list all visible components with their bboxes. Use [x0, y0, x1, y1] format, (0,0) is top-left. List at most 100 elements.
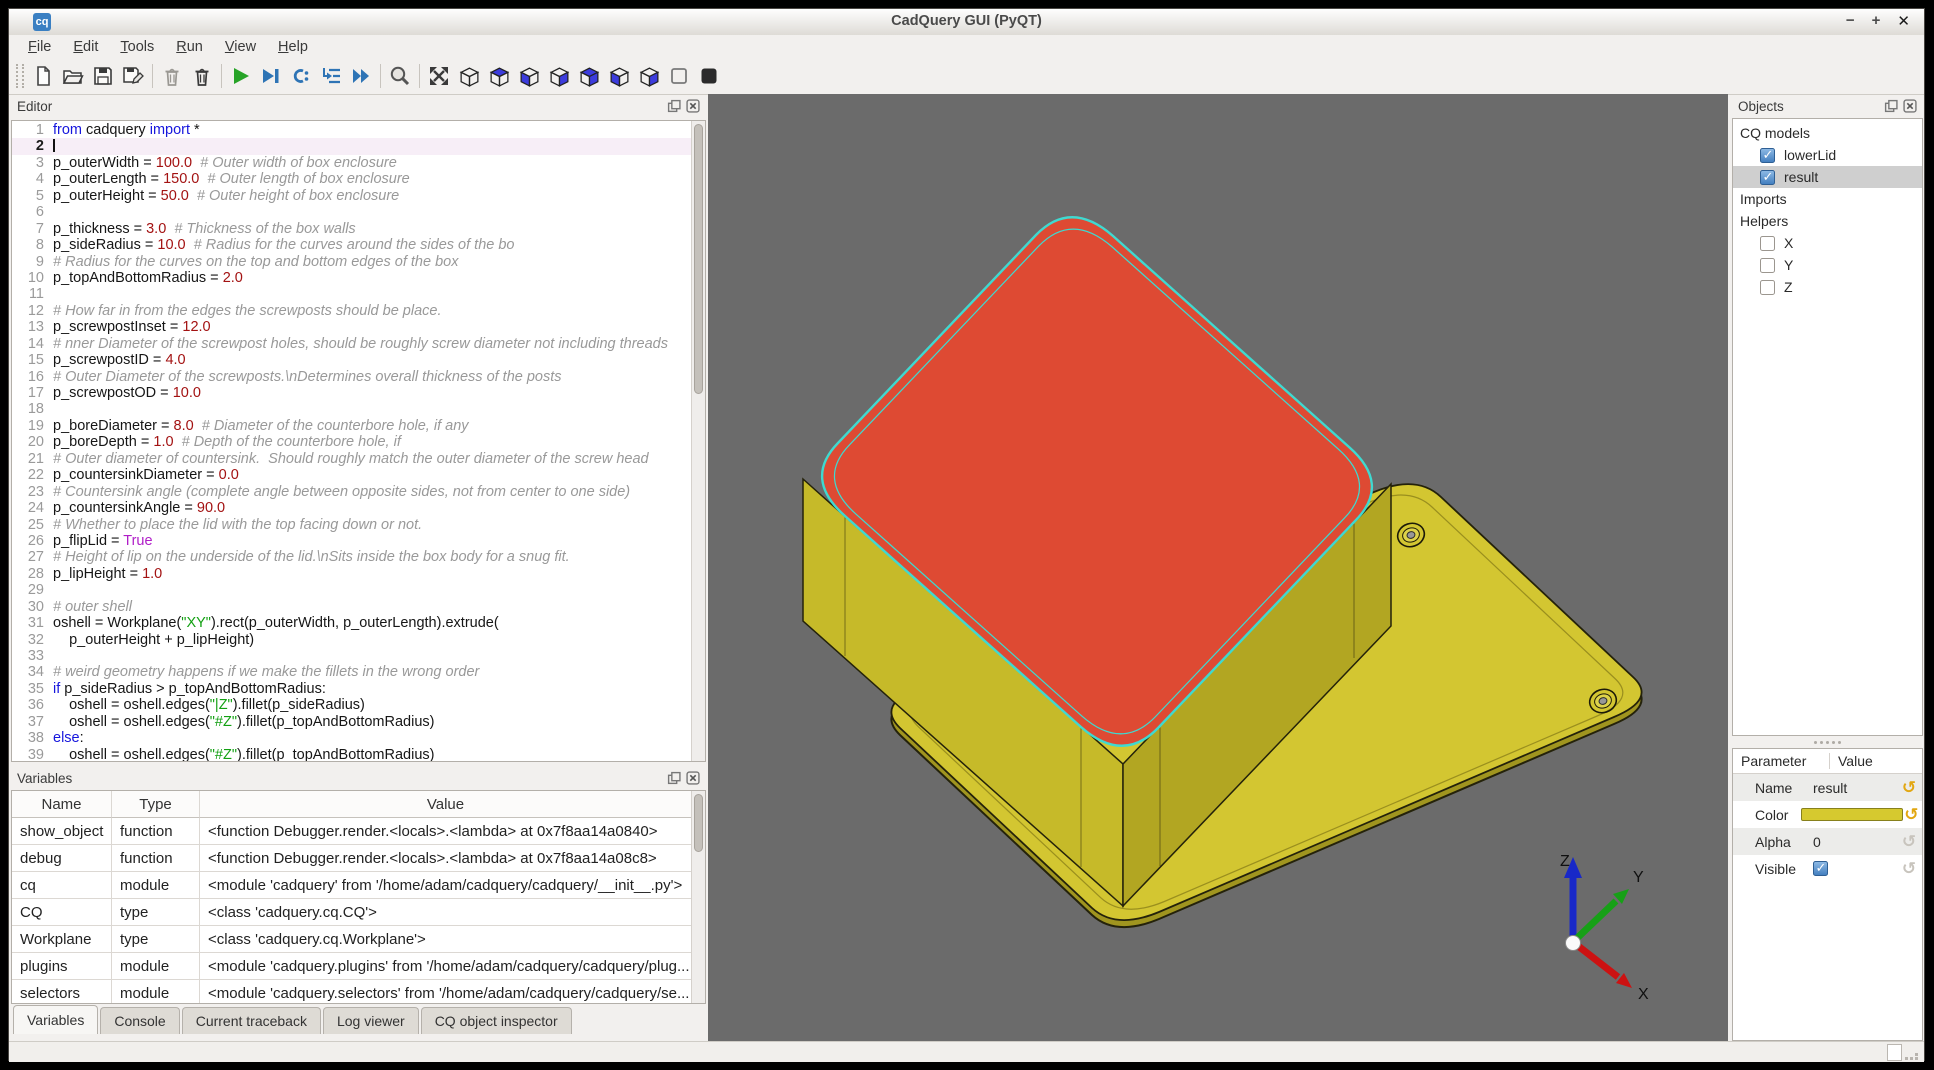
- variables-scrollbar-thumb[interactable]: [694, 794, 703, 852]
- unchecked-checkbox[interactable]: [1760, 236, 1775, 251]
- objects-close-icon[interactable]: [1903, 99, 1917, 113]
- cube-back-button[interactable]: [574, 61, 604, 91]
- variables-table[interactable]: NameTypeValueshow_objectfunction<functio…: [12, 791, 692, 1003]
- resize-grip-icon[interactable]: [1915, 1053, 1918, 1056]
- step-list-button[interactable]: [316, 61, 346, 91]
- code-line[interactable]: 15p_screwpostID = 4.0: [12, 352, 692, 368]
- variable-type[interactable]: type: [112, 899, 200, 926]
- variable-value[interactable]: <module 'cadquery.selectors' from '/home…: [200, 980, 692, 1004]
- fast-forward-button[interactable]: [346, 61, 376, 91]
- cube-left-button[interactable]: [604, 61, 634, 91]
- menu-help[interactable]: Help: [267, 37, 319, 57]
- variable-type[interactable]: type: [112, 926, 200, 953]
- code-line[interactable]: 17p_screwpostOD = 10.0: [12, 385, 692, 401]
- tab-current-traceback[interactable]: Current traceback: [182, 1007, 321, 1034]
- menu-file[interactable]: File: [17, 37, 62, 57]
- code-line[interactable]: 38else:: [12, 730, 692, 746]
- variables-column-header[interactable]: Type: [112, 791, 200, 818]
- open-file-button[interactable]: [58, 61, 88, 91]
- code-line[interactable]: 5p_outerHeight = 50.0 # Outer height of …: [12, 188, 692, 204]
- code-line[interactable]: 13p_screwpostInset = 12.0: [12, 319, 692, 335]
- cube-top-button[interactable]: [484, 61, 514, 91]
- debug-continue-button[interactable]: [256, 61, 286, 91]
- code-line[interactable]: 16# Outer Diameter of the screwposts.\nD…: [12, 369, 692, 385]
- tree-item-imports[interactable]: Imports: [1733, 188, 1922, 210]
- panel-splitter[interactable]: [1732, 736, 1923, 748]
- new-file-button[interactable]: [28, 61, 58, 91]
- tree-item-lowerlid[interactable]: lowerLid: [1733, 144, 1922, 166]
- code-line[interactable]: 23# Countersink angle (complete angle be…: [12, 484, 692, 500]
- delete-button[interactable]: [187, 61, 217, 91]
- tab-variables[interactable]: Variables: [13, 1005, 98, 1034]
- code-line[interactable]: 25# Whether to place the lid with the to…: [12, 517, 692, 533]
- clear-button[interactable]: [157, 61, 187, 91]
- variables-float-icon[interactable]: [667, 771, 681, 785]
- variable-type[interactable]: function: [112, 818, 200, 845]
- variable-type[interactable]: module: [112, 872, 200, 899]
- code-line[interactable]: 3p_outerWidth = 100.0 # Outer width of b…: [12, 155, 692, 171]
- zoom-button[interactable]: [385, 61, 415, 91]
- parameter-value[interactable]: result: [1813, 780, 1898, 796]
- parameter-value[interactable]: 0: [1813, 834, 1898, 850]
- parameter-value-color[interactable]: [1801, 808, 1903, 821]
- undo-icon[interactable]: ↺: [1903, 805, 1920, 825]
- unchecked-checkbox[interactable]: [1760, 258, 1775, 273]
- variable-name[interactable]: selectors: [12, 980, 112, 1004]
- code-editor[interactable]: 1from cadquery import *23p_outerWidth = …: [11, 120, 706, 762]
- fit-all-button[interactable]: [424, 61, 454, 91]
- menu-tools[interactable]: Tools: [109, 37, 165, 57]
- editor-scrollbar[interactable]: [691, 121, 705, 761]
- code-line[interactable]: 27# Height of lip on the underside of th…: [12, 549, 692, 565]
- save-as-button[interactable]: [118, 61, 148, 91]
- code-line[interactable]: 31oshell = Workplane("XY").rect(p_outerW…: [12, 615, 692, 631]
- code-line[interactable]: 32 p_outerHeight + p_lipHeight): [12, 632, 692, 648]
- tree-item-result[interactable]: result: [1733, 166, 1922, 188]
- code-line[interactable]: 36 oshell = oshell.edges("|Z").fillet(p_…: [12, 697, 692, 713]
- code-line[interactable]: 8p_sideRadius = 10.0 # Radius for the cu…: [12, 237, 692, 253]
- objects-tree[interactable]: CQ modelslowerLidresultImportsHelpersXYZ: [1732, 118, 1923, 736]
- tab-cq-object-inspector[interactable]: CQ object inspector: [421, 1007, 572, 1034]
- code-line[interactable]: 19p_boreDiameter = 8.0 # Diameter of the…: [12, 418, 692, 434]
- toolbar-grip-icon[interactable]: [16, 64, 24, 88]
- code-line[interactable]: 7p_thickness = 3.0 # Thickness of the bo…: [12, 221, 692, 237]
- checked-checkbox[interactable]: [1760, 148, 1775, 163]
- code-line[interactable]: 39 oshell = oshell.edges("#Z").fillet(p_…: [12, 747, 692, 761]
- step-over-button[interactable]: [286, 61, 316, 91]
- tab-console[interactable]: Console: [100, 1007, 179, 1034]
- close-button[interactable]: ✕: [1897, 12, 1910, 30]
- editor-float-icon[interactable]: [667, 99, 681, 113]
- variable-value[interactable]: <function Debugger.render.<locals>.<lamb…: [200, 845, 692, 872]
- objects-float-icon[interactable]: [1884, 99, 1898, 113]
- code-line[interactable]: 29: [12, 582, 692, 598]
- tree-item-z[interactable]: Z: [1733, 276, 1922, 298]
- color-swatch[interactable]: [1801, 808, 1903, 821]
- checked-checkbox[interactable]: [1760, 170, 1775, 185]
- checked-checkbox[interactable]: [1813, 861, 1828, 876]
- variable-name[interactable]: CQ: [12, 899, 112, 926]
- code-line[interactable]: 2: [12, 138, 692, 154]
- variable-value[interactable]: <function Debugger.render.<locals>.<lamb…: [200, 818, 692, 845]
- variable-name[interactable]: Workplane: [12, 926, 112, 953]
- square-filled-button[interactable]: [694, 61, 724, 91]
- code-line[interactable]: 24p_countersinkAngle = 90.0: [12, 500, 692, 516]
- menu-view[interactable]: View: [214, 37, 267, 57]
- menu-edit[interactable]: Edit: [62, 37, 109, 57]
- viewport-3d[interactable]: Z Y X: [708, 94, 1728, 1041]
- code-line[interactable]: 6: [12, 204, 692, 220]
- save-button[interactable]: [88, 61, 118, 91]
- variable-type[interactable]: module: [112, 953, 200, 980]
- variable-value[interactable]: <class 'cadquery.cq.CQ'>: [200, 899, 692, 926]
- variable-name[interactable]: plugins: [12, 953, 112, 980]
- cube-right-button[interactable]: [634, 61, 664, 91]
- variable-value[interactable]: <module 'cadquery' from '/home/adam/cadq…: [200, 872, 692, 899]
- code-line[interactable]: 22p_countersinkDiameter = 0.0: [12, 467, 692, 483]
- variable-type[interactable]: module: [112, 980, 200, 1004]
- code-line[interactable]: 20p_boreDepth = 1.0 # Depth of the count…: [12, 434, 692, 450]
- code-line[interactable]: 11: [12, 286, 692, 302]
- variable-name[interactable]: show_object: [12, 818, 112, 845]
- variable-type[interactable]: function: [112, 845, 200, 872]
- code-line[interactable]: 30# outer shell: [12, 599, 692, 615]
- code-line[interactable]: 21# Outer diameter of countersink. Shoul…: [12, 451, 692, 467]
- code-line[interactable]: 4p_outerLength = 150.0 # Outer length of…: [12, 171, 692, 187]
- variable-value[interactable]: <class 'cadquery.cq.Workplane'>: [200, 926, 692, 953]
